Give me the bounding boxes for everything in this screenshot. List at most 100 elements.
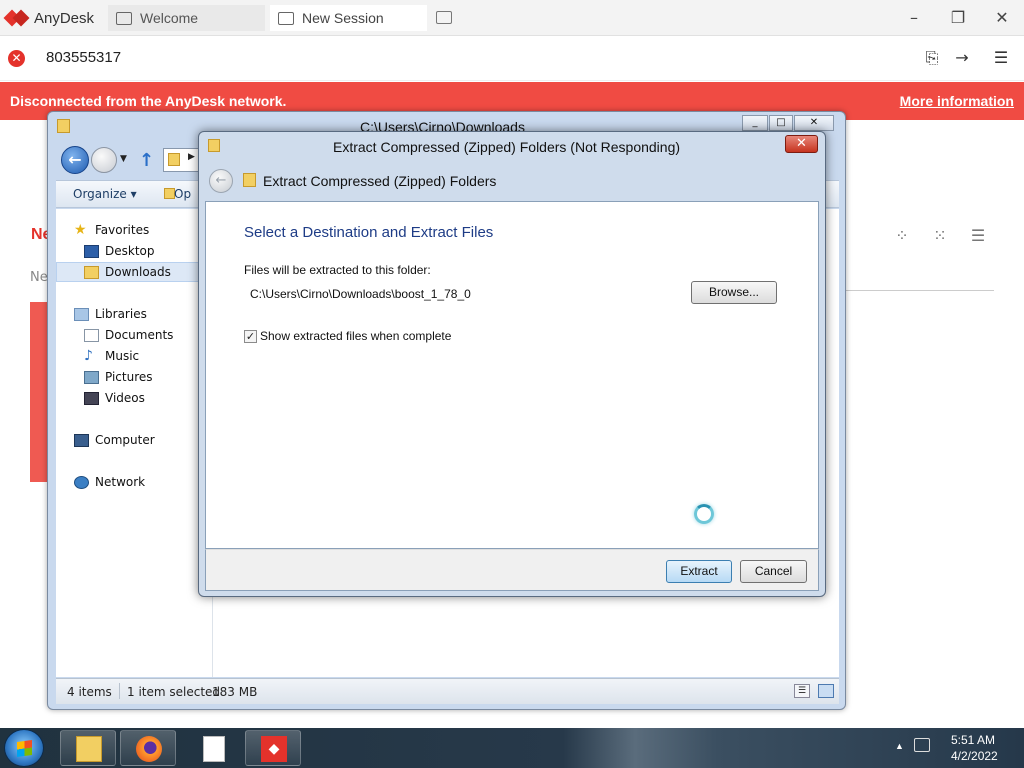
browse-button[interactable]: Browse... xyxy=(691,281,777,304)
address-bar xyxy=(0,37,1024,81)
destination-label: Files will be extracted to this folder: xyxy=(244,263,431,277)
sidebar-item-pictures[interactable]: Pictures xyxy=(84,367,153,387)
explorer-maximize-button[interactable]: □ xyxy=(769,115,793,131)
busy-spinner-icon xyxy=(694,504,714,524)
sidebar-item-music[interactable]: ♪ Music xyxy=(84,346,139,366)
banner-message: Disconnected from the AnyDesk network. xyxy=(10,93,287,109)
folder-icon xyxy=(168,153,180,166)
more-information-link[interactable]: More information xyxy=(900,93,1014,109)
network-icon xyxy=(74,475,89,489)
grid-view-icon[interactable]: ⁙ xyxy=(931,226,949,245)
sidebar-item-videos[interactable]: Videos xyxy=(84,388,145,408)
zip-folder-icon xyxy=(208,139,220,152)
clock-date[interactable]: 4/2/2022 xyxy=(951,749,998,763)
sidebar-item-favorites[interactable]: ★ Favorites xyxy=(74,220,149,240)
destination-path-field[interactable]: C:\Users\Cirno\Downloads\boost_1_78_0 xyxy=(250,287,471,301)
dialog-title: Extract Compressed (Zipped) Folders (Not… xyxy=(333,139,681,155)
libraries-icon xyxy=(74,307,89,321)
computer-icon xyxy=(74,433,89,447)
navigation-pane: ★ Favorites Desktop Downloads Libraries … xyxy=(56,209,213,677)
tab-new-session[interactable]: New Session xyxy=(270,5,427,31)
taskbar-anydesk[interactable]: ◆ xyxy=(245,730,301,766)
tab-welcome[interactable]: Welcome xyxy=(108,5,265,31)
sidebar-item-label: Music xyxy=(105,349,140,363)
start-button[interactable] xyxy=(4,729,44,767)
details-view-icon[interactable]: ☰ xyxy=(794,684,810,698)
music-icon: ♪ xyxy=(84,347,93,364)
organize-button[interactable]: Organize ▾ xyxy=(73,187,137,201)
tile-view-icon[interactable]: ⁘ xyxy=(893,226,911,245)
explorer-minimize-button[interactable]: _ xyxy=(742,115,768,131)
extract-button[interactable]: Extract xyxy=(666,560,732,583)
taskbar-windows-explorer[interactable] xyxy=(60,730,116,766)
close-button[interactable]: ✕ xyxy=(992,8,1012,28)
file-transfer-icon[interactable]: ⎘ xyxy=(922,48,942,68)
error-icon: ✕ xyxy=(8,50,25,67)
sidebar-item-computer[interactable]: Computer xyxy=(74,430,155,450)
sidebar-item-downloads[interactable]: Downloads xyxy=(56,262,213,282)
divider xyxy=(846,290,994,291)
selection-status: 1 item selected xyxy=(127,685,221,699)
anydesk-icon: ◆ xyxy=(261,736,287,762)
dialog-header-title: Extract Compressed (Zipped) Folders xyxy=(263,173,497,189)
cancel-button[interactable]: Cancel xyxy=(740,560,807,583)
dialog-close-button[interactable]: ✕ xyxy=(785,135,818,153)
network-status-icon[interactable] xyxy=(914,738,930,752)
extract-dialog: Extract Compressed (Zipped) Folders (Not… xyxy=(198,131,826,597)
sidebar-item-libraries[interactable]: Libraries xyxy=(74,304,147,324)
sidebar-item-documents[interactable]: Documents xyxy=(84,325,173,345)
anydesk-logo: AnyDesk xyxy=(3,7,95,29)
up-arrow-icon[interactable]: ↑ xyxy=(139,150,154,171)
pictures-icon xyxy=(84,370,99,384)
sidebar-item-label: Desktop xyxy=(105,244,155,258)
dialog-heading: Select a Destination and Extract Files xyxy=(244,224,494,241)
explorer-address-bar[interactable]: ▶ xyxy=(163,148,203,172)
tab-new-session-label: New Session xyxy=(302,10,384,26)
connect-arrow-icon[interactable]: → xyxy=(952,48,972,68)
taskbar-firefox[interactable] xyxy=(120,730,176,766)
app-name: AnyDesk xyxy=(34,9,95,27)
firefox-icon xyxy=(136,736,162,762)
back-arrow-icon[interactable]: ← xyxy=(209,169,233,193)
taskbar-notepad[interactable] xyxy=(185,730,241,766)
large-icons-view-icon[interactable] xyxy=(818,684,834,698)
open-button[interactable]: Op xyxy=(174,187,191,201)
status-divider xyxy=(119,683,120,699)
back-button[interactable]: ← xyxy=(61,146,89,174)
document-icon xyxy=(203,736,225,762)
sidebar-item-label: Pictures xyxy=(105,370,153,384)
show-hidden-icons-icon[interactable]: ▲ xyxy=(895,741,904,751)
restore-button[interactable]: ❐ xyxy=(948,8,968,28)
status-bar: 4 items 1 item selected 183 MB ☰ xyxy=(56,678,839,704)
explorer-close-button[interactable]: ✕ xyxy=(794,115,834,131)
sidebar-item-label: Favorites xyxy=(95,223,150,237)
forward-button[interactable] xyxy=(91,147,117,173)
remote-address-input[interactable]: 803555317 xyxy=(46,49,121,66)
taskbar: ◆ ▲ 5:51 AM 4/2/2022 xyxy=(0,728,1024,768)
sidebar-item-label: Computer xyxy=(95,433,155,447)
sidebar-item-label: Documents xyxy=(105,328,174,342)
monitor-icon xyxy=(116,11,132,25)
dialog-footer: Extract Cancel xyxy=(205,549,819,591)
menu-icon[interactable]: ☰ xyxy=(991,48,1011,68)
new-tab-icon[interactable] xyxy=(436,11,452,24)
sidebar-item-label: Downloads xyxy=(105,265,171,279)
dialog-header: ← Extract Compressed (Zipped) Folders xyxy=(205,165,819,199)
videos-icon xyxy=(84,391,99,405)
item-count: 4 items xyxy=(67,685,112,699)
zip-folder-icon xyxy=(243,173,256,187)
folder-icon xyxy=(57,119,70,133)
anydesk-section-sub: Ne xyxy=(30,270,48,285)
selection-size: 183 MB xyxy=(212,685,258,699)
star-icon: ★ xyxy=(74,221,87,238)
sidebar-item-network[interactable]: Network xyxy=(74,472,145,492)
show-files-checkbox[interactable]: ✓ xyxy=(244,330,257,343)
sidebar-item-desktop[interactable]: Desktop xyxy=(84,241,155,261)
desktop-icon xyxy=(84,244,99,258)
clock-time[interactable]: 5:51 AM xyxy=(951,733,995,747)
list-view-icon[interactable]: ☰ xyxy=(969,226,987,245)
downloads-folder-icon xyxy=(84,265,99,279)
minimize-button[interactable]: – xyxy=(904,8,924,28)
dialog-titlebar: Extract Compressed (Zipped) Folders (Not… xyxy=(199,132,825,162)
history-dropdown-icon[interactable]: ▼ xyxy=(120,154,127,164)
